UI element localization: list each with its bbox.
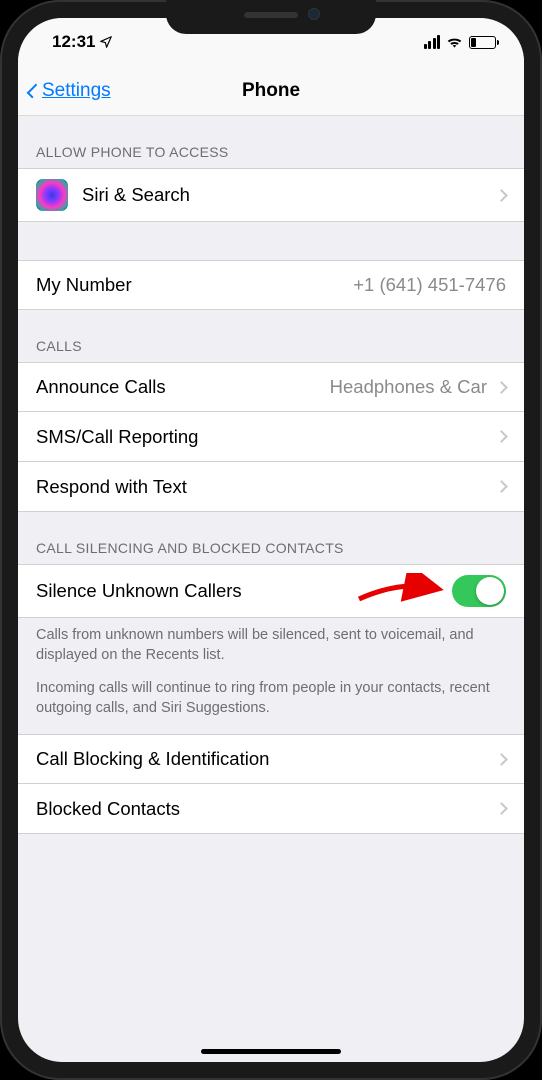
row-label: Call Blocking & Identification	[36, 748, 269, 770]
announce-calls-value: Headphones & Car	[330, 376, 487, 398]
row-call-blocking[interactable]: Call Blocking & Identification	[18, 734, 524, 784]
siri-icon	[36, 179, 68, 211]
chevron-right-icon	[495, 381, 508, 394]
row-label: SMS/Call Reporting	[36, 426, 198, 448]
section-header-access: ALLOW PHONE TO ACCESS	[18, 116, 524, 168]
screen: 12:31 Settings	[18, 18, 524, 1062]
row-label: Silence Unknown Callers	[36, 580, 242, 602]
my-number-value: +1 (641) 451-7476	[353, 274, 506, 296]
back-button[interactable]: Settings	[28, 80, 111, 102]
cellular-signal-icon	[424, 35, 441, 49]
iphone-frame: 12:31 Settings	[0, 0, 542, 1080]
row-announce-calls[interactable]: Announce Calls Headphones & Car	[18, 362, 524, 412]
row-my-number[interactable]: My Number +1 (641) 451-7476	[18, 260, 524, 310]
footer-text-2: Incoming calls will continue to ring fro…	[18, 669, 524, 734]
row-label: Respond with Text	[36, 476, 187, 498]
chevron-right-icon	[495, 753, 508, 766]
chevron-right-icon	[495, 189, 508, 202]
row-label: Blocked Contacts	[36, 798, 180, 820]
section-header-silencing: CALL SILENCING AND BLOCKED CONTACTS	[18, 512, 524, 564]
wifi-icon	[446, 36, 463, 49]
status-right-group	[424, 35, 497, 49]
status-time-group: 12:31	[52, 32, 113, 52]
battery-icon	[469, 36, 496, 49]
row-silence-unknown-callers[interactable]: Silence Unknown Callers	[18, 564, 524, 618]
row-sms-call-reporting[interactable]: SMS/Call Reporting	[18, 412, 524, 462]
location-arrow-icon	[99, 35, 113, 49]
chevron-left-icon	[27, 83, 42, 98]
row-respond-with-text[interactable]: Respond with Text	[18, 462, 524, 512]
section-header-calls: CALLS	[18, 310, 524, 362]
row-label: My Number	[36, 274, 132, 296]
red-arrow-annotation	[354, 573, 444, 609]
front-camera	[308, 8, 320, 20]
back-label: Settings	[42, 80, 111, 102]
status-time: 12:31	[52, 32, 95, 52]
notch	[166, 0, 376, 34]
chevron-right-icon	[495, 480, 508, 493]
settings-content[interactable]: ALLOW PHONE TO ACCESS Siri & Search My N…	[18, 116, 524, 1034]
row-blocked-contacts[interactable]: Blocked Contacts	[18, 784, 524, 834]
chevron-right-icon	[495, 430, 508, 443]
row-label: Announce Calls	[36, 376, 166, 398]
footer-text-1: Calls from unknown numbers will be silen…	[18, 618, 524, 669]
silence-unknown-toggle[interactable]	[452, 575, 506, 607]
navigation-bar: Settings Phone	[18, 66, 524, 116]
speaker-grille	[244, 12, 298, 18]
home-indicator[interactable]	[201, 1049, 341, 1054]
chevron-right-icon	[495, 802, 508, 815]
row-siri-search[interactable]: Siri & Search	[18, 168, 524, 222]
row-label: Siri & Search	[82, 184, 190, 206]
